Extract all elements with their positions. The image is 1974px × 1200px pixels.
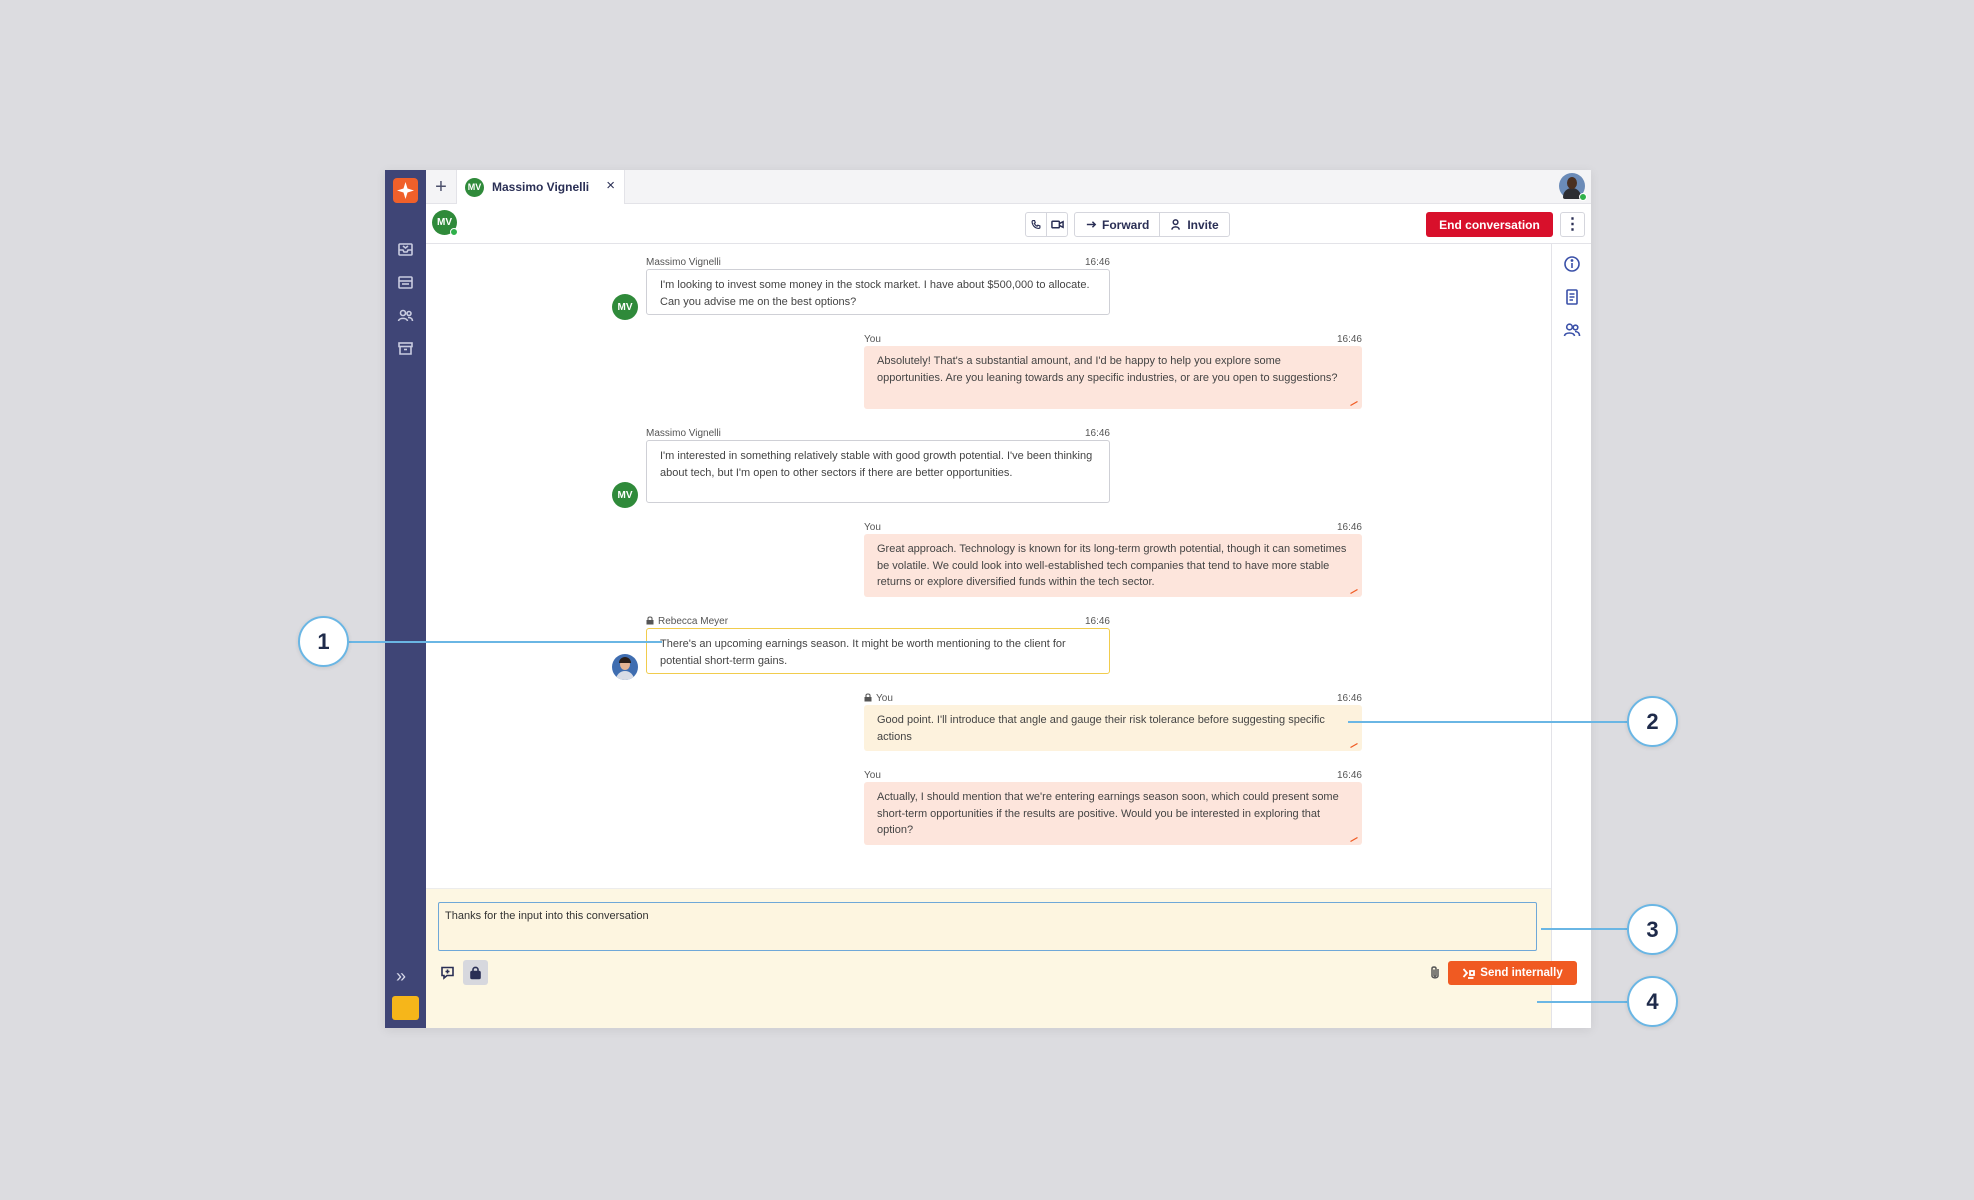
message-incoming: Massimo Vignelli 16:46 I'm interested in …: [646, 428, 1110, 508]
tab-label: Massimo Vignelli: [492, 180, 590, 194]
message-author: You: [864, 522, 881, 533]
message-author: Massimo Vignelli: [646, 257, 721, 268]
message-author: Massimo Vignelli: [646, 428, 721, 439]
paperclip-icon[interactable]: [1426, 964, 1444, 982]
app-window: » + MV Massimo Vignelli × MV Forward Inv…: [385, 170, 1591, 1028]
message-time: 16:46: [1336, 522, 1362, 533]
message-time: 16:46: [1084, 616, 1110, 627]
callout-line-4: [1537, 1001, 1628, 1003]
message-author: You: [864, 770, 881, 781]
internal-note-incoming: Rebecca Meyer 16:46 There's an upcoming e…: [646, 616, 1110, 676]
notes-icon[interactable]: [1563, 288, 1581, 306]
more-options-button[interactable]: ⋮: [1560, 212, 1585, 237]
right-side-panel: [1551, 244, 1591, 1028]
message-composer: Thanks for the input into this conversat…: [426, 888, 1577, 1028]
current-user-avatar[interactable]: [1559, 173, 1587, 201]
rebecca-meyer-avatar: [612, 654, 638, 680]
message-text: Actually, I should mention that we're en…: [877, 791, 1339, 836]
message-bubble: There's an upcoming earnings season. It …: [646, 628, 1110, 674]
callout-line-1: [347, 641, 662, 643]
message-text: Great approach. Technology is known for …: [877, 543, 1347, 588]
message-outgoing: You 16:46 Great approach. Technology is k…: [864, 522, 1362, 602]
lock-icon[interactable]: [463, 960, 488, 985]
lock-icon: [646, 616, 654, 625]
message-bubble: Actually, I should mention that we're en…: [864, 782, 1362, 845]
video-icon[interactable]: [1047, 213, 1068, 236]
sender-avatar: MV: [612, 482, 638, 508]
callout-line-3: [1541, 928, 1628, 930]
end-conversation-button[interactable]: End conversation: [1426, 212, 1553, 237]
message-bubble: I'm interested in something relatively s…: [646, 440, 1110, 503]
tab-massimo-vignelli[interactable]: MV Massimo Vignelli ×: [457, 170, 625, 204]
delivered-icon: [1350, 401, 1358, 406]
forward-arrow-icon: [1086, 221, 1097, 228]
internal-note-outgoing: You 16:46 Good point. I'll introduce that…: [864, 693, 1362, 755]
message-list: Massimo Vignelli 16:46 I'm looking to inv…: [426, 244, 1551, 888]
expand-rail-button[interactable]: »: [396, 967, 406, 985]
conversation-header: MV Forward Invite End conversation ⋮: [426, 204, 1591, 244]
delivered-icon: [1350, 837, 1358, 842]
delivered-icon: [1350, 589, 1358, 594]
add-tab-button[interactable]: +: [426, 170, 457, 204]
contact-online-dot: [450, 228, 458, 236]
calendar-icon[interactable]: [397, 274, 414, 291]
delivered-icon: [1350, 743, 1358, 748]
tab-strip: + MV Massimo Vignelli ×: [426, 170, 1591, 204]
message-incoming: Massimo Vignelli 16:46 I'm looking to inv…: [646, 257, 1110, 335]
message-time: 16:46: [1084, 257, 1110, 268]
invite-button[interactable]: Invite: [1160, 213, 1228, 236]
message-author: You: [864, 334, 881, 345]
tab-avatar: MV: [465, 177, 484, 197]
callout-4: 4: [1627, 976, 1678, 1027]
message-bubble: Absolutely! That's a substantial amount,…: [864, 346, 1362, 409]
compose-input[interactable]: Thanks for the input into this conversat…: [438, 902, 1537, 951]
logo-icon[interactable]: [393, 178, 418, 203]
message-outgoing: You 16:46 Actually, I should mention that…: [864, 770, 1362, 850]
message-author: Rebecca Meyer: [658, 616, 729, 627]
inbox-icon[interactable]: [397, 241, 414, 258]
left-nav-rail: »: [385, 170, 426, 1028]
online-status-dot: [1579, 193, 1587, 201]
message-bubble: I'm looking to invest some money in the …: [646, 269, 1110, 315]
callout-2: 2: [1627, 696, 1678, 747]
participants-icon[interactable]: [1563, 321, 1581, 339]
callout-1: 1: [298, 616, 349, 667]
close-tab-icon[interactable]: ×: [606, 178, 615, 194]
phone-icon[interactable]: [1026, 213, 1047, 236]
forward-button[interactable]: Forward: [1075, 213, 1161, 236]
call-button-group: [1025, 212, 1068, 237]
invite-label: Invite: [1187, 217, 1219, 232]
message-bubble: Good point. I'll introduce that angle an…: [864, 705, 1362, 751]
send-internally-button[interactable]: Send internally: [1448, 961, 1577, 985]
message-author: You: [876, 693, 893, 704]
message-time: 16:46: [1336, 693, 1362, 704]
status-indicator[interactable]: [392, 996, 419, 1020]
send-label: Send internally: [1480, 967, 1563, 979]
message-outgoing: You 16:46 Absolutely! That's a substantia…: [864, 334, 1362, 412]
invite-user-icon: [1171, 219, 1181, 230]
message-time: 16:46: [1336, 334, 1362, 345]
transfer-button-group: Forward Invite: [1074, 212, 1230, 237]
message-bubble: Great approach. Technology is known for …: [864, 534, 1362, 597]
lock-icon: [864, 693, 872, 702]
info-icon[interactable]: [1563, 255, 1581, 273]
callout-3: 3: [1627, 904, 1678, 955]
send-internal-icon: [1463, 967, 1476, 979]
comment-icon[interactable]: [435, 960, 460, 985]
sender-avatar: MV: [612, 294, 638, 320]
message-time: 16:46: [1084, 428, 1110, 439]
callout-line-2: [1348, 721, 1628, 723]
message-text: Good point. I'll introduce that angle an…: [877, 714, 1325, 743]
contacts-icon[interactable]: [397, 307, 414, 324]
archive-icon[interactable]: [397, 340, 414, 357]
forward-label: Forward: [1102, 217, 1150, 232]
message-text: Absolutely! That's a substantial amount,…: [877, 355, 1338, 384]
message-time: 16:46: [1336, 770, 1362, 781]
